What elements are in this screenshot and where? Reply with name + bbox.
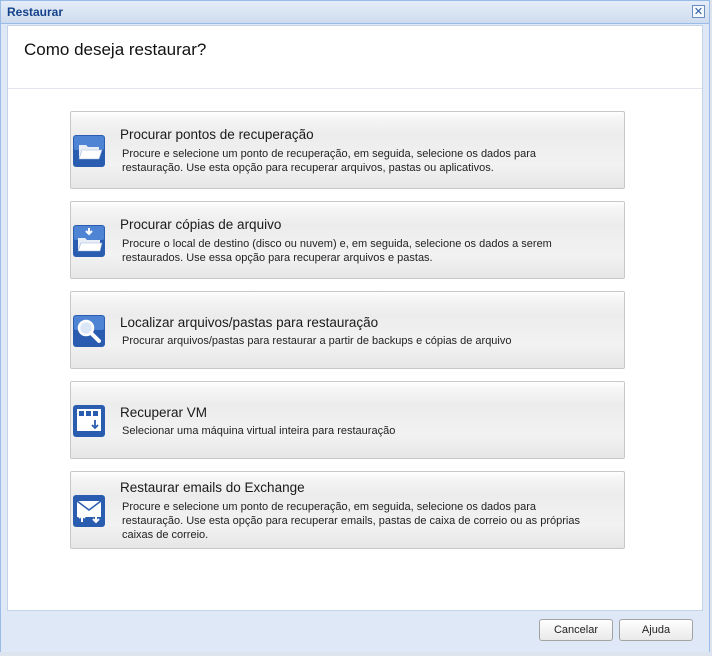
option-recover-vm[interactable]: Recuperar VM Selecionar uma máquina virt… <box>70 381 625 459</box>
option-browse-file-copies[interactable]: Procurar cópias de arquivo Procure o loc… <box>70 201 625 279</box>
option-title: Localizar arquivos/pastas para restauraç… <box>120 315 379 330</box>
option-description: Procure e selecione um ponto de recupera… <box>122 501 580 541</box>
option-description: Selecionar uma máquina virtual inteira p… <box>122 425 396 437</box>
title-bar: Restaurar ✕ <box>1 1 709 24</box>
close-icon[interactable]: ✕ <box>692 5 705 18</box>
folder-copy-icon <box>73 225 105 257</box>
window-title: Restaurar <box>7 5 64 19</box>
dialog-header: Como deseja restaurar? <box>8 26 702 89</box>
option-title: Procurar cópias de arquivo <box>120 217 282 232</box>
help-button[interactable]: Ajuda <box>619 619 693 641</box>
folder-open-icon <box>73 135 105 167</box>
option-description: Procure o local de destino (disco ou nuv… <box>122 238 552 264</box>
vm-icon <box>73 405 105 437</box>
restore-dialog: Restaurar ✕ Como deseja restaurar? Procu… <box>0 0 710 652</box>
exchange-mail-icon <box>73 495 105 527</box>
option-description: Procurar arquivos/pastas para restaurar … <box>122 335 512 347</box>
option-title: Restaurar emails do Exchange <box>120 480 305 495</box>
option-browse-recovery-points[interactable]: Procurar pontos de recuperação Procure e… <box>70 111 625 189</box>
dialog-footer: Cancelar Ajuda <box>1 612 709 652</box>
page-title: Como deseja restaurar? <box>24 40 207 59</box>
option-restore-exchange-emails[interactable]: Restaurar emails do Exchange Procure e s… <box>70 471 625 549</box>
cancel-button[interactable]: Cancelar <box>539 619 613 641</box>
option-title: Recuperar VM <box>120 405 208 420</box>
option-title: Procurar pontos de recuperação <box>120 127 314 142</box>
option-description: Procure e selecione um ponto de recupera… <box>122 148 536 174</box>
option-find-files-folders[interactable]: Localizar arquivos/pastas para restauraç… <box>70 291 625 369</box>
search-icon <box>73 315 105 347</box>
dialog-body: Como deseja restaurar? Procurar pontos d… <box>7 25 703 611</box>
